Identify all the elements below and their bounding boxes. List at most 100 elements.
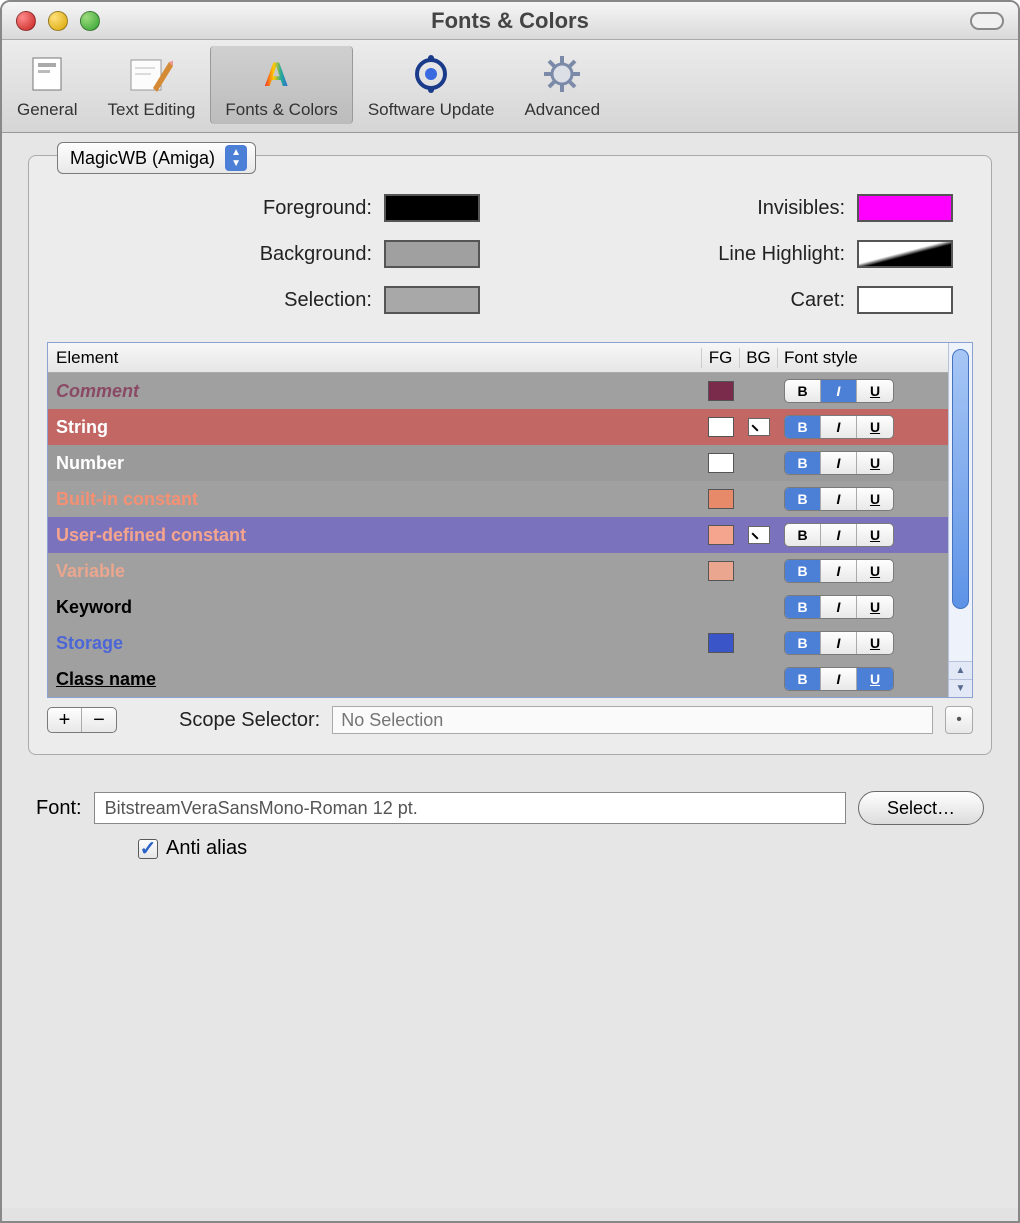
fg-swatch[interactable] bbox=[708, 489, 734, 509]
style-u-button[interactable]: U bbox=[857, 668, 893, 690]
font-style-cell: BIU bbox=[778, 487, 948, 511]
preferences-toolbar: General Text Editing A Fonts & Colors So… bbox=[2, 40, 1018, 133]
element-name: User-defined constant bbox=[48, 525, 702, 546]
fg-swatch[interactable] bbox=[708, 417, 734, 437]
style-u-button[interactable]: U bbox=[857, 632, 893, 654]
line-highlight-color-well[interactable] bbox=[857, 240, 953, 268]
th-fg[interactable]: FG bbox=[702, 348, 740, 368]
style-u-button[interactable]: U bbox=[857, 560, 893, 582]
element-name: Comment bbox=[48, 381, 702, 402]
fg-swatch[interactable] bbox=[708, 525, 734, 545]
style-segmented[interactable]: BIU bbox=[784, 415, 894, 439]
fg-swatch[interactable] bbox=[708, 633, 734, 653]
foreground-color-well[interactable] bbox=[384, 194, 480, 222]
style-i-button[interactable]: I bbox=[821, 416, 857, 438]
bg-cell[interactable] bbox=[740, 526, 778, 544]
select-font-button[interactable]: Select… bbox=[858, 791, 984, 825]
style-b-button[interactable]: B bbox=[785, 560, 821, 582]
remove-button[interactable]: − bbox=[82, 708, 116, 732]
style-segmented[interactable]: BIU bbox=[784, 487, 894, 511]
theme-popup[interactable]: MagicWB (Amiga) ▲▼ bbox=[57, 142, 256, 174]
th-bg[interactable]: BG bbox=[740, 348, 778, 368]
tab-software-update[interactable]: Software Update bbox=[353, 46, 510, 124]
scroll-track[interactable] bbox=[949, 343, 972, 661]
style-segmented[interactable]: BIU bbox=[784, 523, 894, 547]
style-b-button[interactable]: B bbox=[785, 596, 821, 618]
table-row[interactable]: StringBIU bbox=[48, 409, 948, 445]
scrollbar[interactable]: ▲ ▼ bbox=[948, 343, 972, 697]
tab-advanced[interactable]: Advanced bbox=[509, 46, 615, 124]
background-color-well[interactable] bbox=[384, 240, 480, 268]
style-i-button[interactable]: I bbox=[821, 560, 857, 582]
scope-aux-button[interactable]: • bbox=[945, 706, 973, 734]
th-element[interactable]: Element bbox=[48, 348, 702, 368]
fg-cell[interactable] bbox=[702, 381, 740, 401]
fg-swatch[interactable] bbox=[708, 561, 734, 581]
table-row[interactable]: Built-in constant BIU bbox=[48, 481, 948, 517]
table-row[interactable]: NumberBIU bbox=[48, 445, 948, 481]
table-row[interactable]: Class nameBIU bbox=[48, 661, 948, 697]
style-i-button[interactable]: I bbox=[821, 452, 857, 474]
style-i-button[interactable]: I bbox=[821, 668, 857, 690]
fg-swatch[interactable] bbox=[708, 381, 734, 401]
style-b-button[interactable]: B bbox=[785, 380, 821, 402]
scope-selector-input[interactable] bbox=[332, 706, 933, 734]
antialias-checkbox[interactable]: ✓ bbox=[138, 839, 158, 859]
bg-swatch[interactable] bbox=[748, 418, 770, 436]
style-segmented[interactable]: BIU bbox=[784, 595, 894, 619]
table-row[interactable]: Comment BIU bbox=[48, 373, 948, 409]
scroll-up-icon[interactable]: ▲ bbox=[949, 661, 972, 679]
style-b-button[interactable]: B bbox=[785, 668, 821, 690]
style-segmented[interactable]: BIU bbox=[784, 667, 894, 691]
table-row[interactable]: KeywordBIU bbox=[48, 589, 948, 625]
fg-cell[interactable] bbox=[702, 633, 740, 653]
font-style-cell: BIU bbox=[778, 523, 948, 547]
selection-color-well[interactable] bbox=[384, 286, 480, 314]
bg-swatch[interactable] bbox=[748, 526, 770, 544]
style-i-button[interactable]: I bbox=[821, 524, 857, 546]
style-b-button[interactable]: B bbox=[785, 632, 821, 654]
style-b-button[interactable]: B bbox=[785, 524, 821, 546]
caret-color-well[interactable] bbox=[857, 286, 953, 314]
th-font-style[interactable]: Font style bbox=[778, 348, 948, 368]
style-b-button[interactable]: B bbox=[785, 488, 821, 510]
style-u-button[interactable]: U bbox=[857, 488, 893, 510]
style-u-button[interactable]: U bbox=[857, 452, 893, 474]
style-i-button[interactable]: I bbox=[821, 596, 857, 618]
style-u-button[interactable]: U bbox=[857, 416, 893, 438]
style-segmented[interactable]: BIU bbox=[784, 379, 894, 403]
fg-swatch[interactable] bbox=[708, 453, 734, 473]
invisibles-color-well[interactable] bbox=[857, 194, 953, 222]
style-i-button[interactable]: I bbox=[821, 380, 857, 402]
fg-cell[interactable] bbox=[702, 453, 740, 473]
fg-cell[interactable] bbox=[702, 489, 740, 509]
style-b-button[interactable]: B bbox=[785, 416, 821, 438]
style-i-button[interactable]: I bbox=[821, 488, 857, 510]
table-row[interactable]: User-defined constant BIU bbox=[48, 517, 948, 553]
style-u-button[interactable]: U bbox=[857, 524, 893, 546]
font-row: Font: Select… bbox=[28, 791, 992, 825]
element-name: Variable bbox=[48, 561, 702, 582]
tab-label: Fonts & Colors bbox=[225, 100, 337, 120]
table-row[interactable]: Variable BIU bbox=[48, 553, 948, 589]
fg-cell[interactable] bbox=[702, 525, 740, 545]
fg-cell[interactable] bbox=[702, 561, 740, 581]
add-button[interactable]: + bbox=[48, 708, 82, 732]
style-segmented[interactable]: BIU bbox=[784, 559, 894, 583]
style-u-button[interactable]: U bbox=[857, 596, 893, 618]
tab-general[interactable]: General bbox=[2, 46, 92, 124]
tab-fonts-colors[interactable]: A Fonts & Colors bbox=[210, 46, 352, 124]
style-b-button[interactable]: B bbox=[785, 452, 821, 474]
style-segmented[interactable]: BIU bbox=[784, 451, 894, 475]
style-segmented[interactable]: BIU bbox=[784, 631, 894, 655]
bg-cell[interactable] bbox=[740, 418, 778, 436]
table-row[interactable]: StorageBIU bbox=[48, 625, 948, 661]
tab-label: General bbox=[17, 100, 77, 120]
element-name: Built-in constant bbox=[48, 489, 702, 510]
scroll-down-icon[interactable]: ▼ bbox=[949, 679, 972, 697]
fg-cell[interactable] bbox=[702, 417, 740, 437]
scroll-thumb[interactable] bbox=[952, 349, 969, 609]
style-i-button[interactable]: I bbox=[821, 632, 857, 654]
style-u-button[interactable]: U bbox=[857, 380, 893, 402]
tab-text-editing[interactable]: Text Editing bbox=[92, 46, 210, 124]
